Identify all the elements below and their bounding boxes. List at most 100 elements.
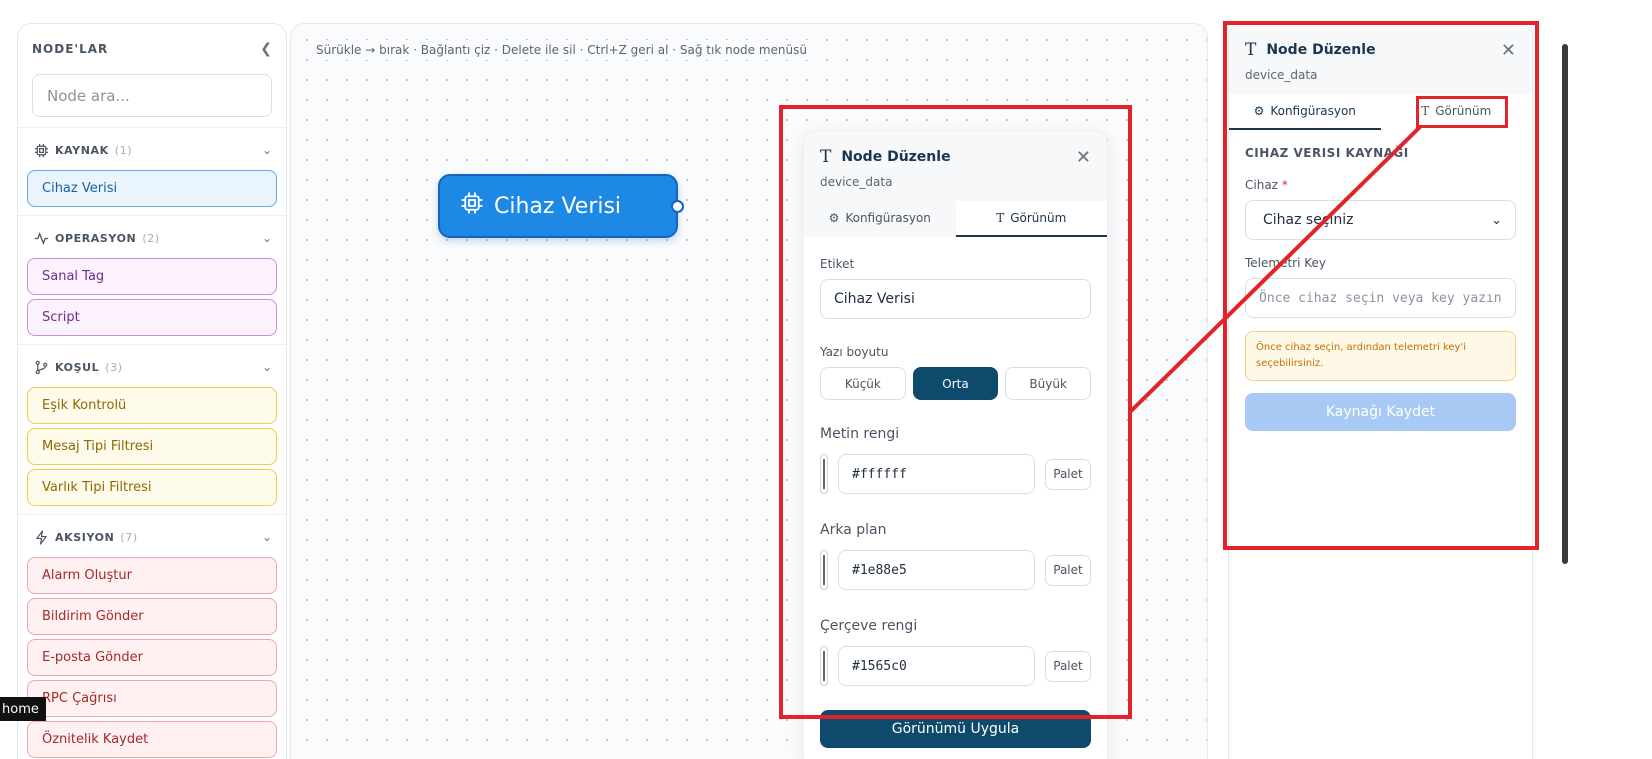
panel-body: Etiket Cihaz Verisi Yazı boyutu Küçük Or… [804, 237, 1107, 748]
palette-item-alarm-olustur[interactable]: Alarm Oluştur [27, 557, 277, 594]
tab-konfigurasyon[interactable]: ⚙ Konfigürasyon [804, 201, 956, 237]
panel-title: Node Düzenle [1266, 42, 1376, 58]
device-label: Cihaz * [1245, 178, 1288, 192]
device-select[interactable]: Cihaz seçiniz ⌄ [1245, 200, 1516, 240]
bg-color-input[interactable]: #1e88e5 [838, 550, 1035, 590]
palette-item-varlik-tipi-filtresi[interactable]: Varlık Tipi Filtresi [27, 469, 277, 506]
font-size-medium-button[interactable]: Orta [912, 367, 999, 400]
border-color-row: #1565c0 Palet [820, 646, 1091, 686]
category-name: KAYNAK [55, 143, 109, 157]
branch-icon [33, 359, 49, 375]
panel-subtitle: device_data [820, 175, 893, 189]
divider [18, 344, 286, 345]
flow-node-cihaz-verisi[interactable]: Cihaz Verisi [438, 174, 684, 238]
text-color-title: Metin rengi [820, 426, 900, 442]
canvas-hint: Sürükle → bırak · Bağlantı çiz · Delete … [310, 40, 813, 60]
activity-icon [33, 230, 49, 246]
scrollbar[interactable] [1562, 44, 1568, 564]
palette-item-oznitelik-kaydet[interactable]: Öznitelik Kaydet [27, 721, 277, 758]
category-count: (7) [120, 530, 138, 544]
warning-notice: Önce cihaz seçin, ardından telemetri key… [1245, 331, 1516, 381]
bg-color-title: Arka plan [820, 522, 887, 538]
palette-item-script[interactable]: Script [27, 299, 277, 336]
node-edit-panel-right: T Node Düzenle device_data ✕ ⚙ Konfigüra… [1228, 23, 1533, 759]
palette-item-bildirim-gonder[interactable]: Bildirim Gönder [27, 598, 277, 635]
text-type-icon: T [1245, 40, 1257, 60]
chevron-down-icon: ⌄ [261, 231, 272, 245]
tab-gorunum[interactable]: T Görünüm [1380, 94, 1532, 130]
collapse-icon[interactable]: ❮ [260, 41, 272, 57]
category-name: KOŞUL [55, 360, 100, 374]
node-edit-panel-floating: T Node Düzenle device_data ✕ ⚙ Konfigüra… [803, 130, 1108, 759]
telemetry-key-input[interactable]: Önce cihaz seçin veya key yazın [1245, 278, 1516, 318]
palette-item-rpc-cagrisi[interactable]: RPC Çağrısı [27, 680, 277, 717]
panel-subtitle: device_data [1245, 68, 1318, 82]
palette-item-cihaz-verisi[interactable]: Cihaz Verisi [27, 170, 277, 207]
tab-konfigurasyon[interactable]: ⚙ Konfigürasyon [1229, 94, 1381, 130]
chevron-down-icon: ⌄ [1491, 212, 1502, 228]
text-type-icon: T [820, 147, 832, 167]
palette-item-sanal-tag[interactable]: Sanal Tag [27, 258, 277, 295]
border-color-input[interactable]: #1565c0 [838, 646, 1035, 686]
node-search-input[interactable]: Node ara... [32, 74, 272, 117]
chip-icon [460, 191, 484, 221]
divider [18, 514, 286, 515]
apply-appearance-button[interactable]: Görünümü Uygula [820, 710, 1091, 748]
category-count: (2) [142, 231, 160, 245]
text-color-input[interactable]: #ffffff [838, 454, 1035, 494]
category-count: (3) [105, 360, 123, 374]
sidebar-header: NODE'LAR ❮ [18, 24, 286, 74]
panel-header: T Node Düzenle device_data ✕ [1229, 24, 1532, 94]
font-size-large-button[interactable]: Büyük [1005, 367, 1092, 400]
text-color-palette-button[interactable]: Palet [1045, 458, 1091, 490]
divider [18, 127, 286, 128]
section-title: CIHAZ VERISI KAYNAĞI [1245, 146, 1409, 160]
app-root: NODE'LAR ❮ Node ara... KAYNAK (1) ⌄ Ciha… [0, 0, 1652, 759]
text-type-icon: T [1421, 104, 1430, 118]
category-kaynak[interactable]: KAYNAK (1) ⌄ [18, 134, 286, 166]
home-label: home [0, 697, 46, 721]
border-color-swatch[interactable] [820, 646, 828, 686]
border-color-palette-button[interactable]: Palet [1045, 650, 1091, 682]
category-aksiyon[interactable]: AKSIYON (7) ⌄ [18, 521, 286, 553]
chevron-down-icon: ⌄ [261, 143, 272, 157]
border-color-title: Çerçeve rengi [820, 618, 918, 634]
palette-item-esik-kontrolu[interactable]: Eşik Kontrolü [27, 387, 277, 424]
bg-color-row: #1e88e5 Palet [820, 550, 1091, 590]
panel-body: CIHAZ VERISI KAYNAĞI Cihaz * Cihaz seçin… [1229, 130, 1532, 431]
panel-title: Node Düzenle [841, 149, 951, 165]
device-select-value: Cihaz seçiniz [1263, 212, 1354, 228]
bg-color-swatch[interactable] [820, 550, 828, 590]
chip-icon [33, 142, 49, 158]
divider [18, 215, 286, 216]
telemetry-label: Telemetri Key [1245, 256, 1327, 270]
font-size-title: Yazı boyutu [820, 345, 889, 359]
output-handle[interactable] [671, 200, 684, 213]
panel-tabs: ⚙ Konfigürasyon T Görünüm [804, 201, 1107, 237]
palette-item-mesaj-tipi-filtresi[interactable]: Mesaj Tipi Filtresi [27, 428, 277, 465]
chevron-down-icon: ⌄ [261, 360, 272, 374]
node-label: Cihaz Verisi [494, 193, 622, 219]
close-icon[interactable]: ✕ [1076, 147, 1091, 168]
category-name: AKSIYON [55, 530, 115, 544]
close-icon[interactable]: ✕ [1501, 40, 1516, 61]
gear-icon: ⚙ [1253, 104, 1265, 118]
font-size-small-button[interactable]: Küçük [820, 367, 906, 400]
node-palette-sidebar: NODE'LAR ❮ Node ara... KAYNAK (1) ⌄ Ciha… [17, 23, 287, 759]
category-name: OPERASYON [55, 231, 137, 245]
required-marker: * [1281, 178, 1288, 192]
bg-color-palette-button[interactable]: Palet [1045, 554, 1091, 586]
palette-item-eposta-gonder[interactable]: E-posta Gönder [27, 639, 277, 676]
category-count: (1) [114, 143, 133, 157]
category-operasyon[interactable]: OPERASYON (2) ⌄ [18, 222, 286, 254]
label-input[interactable]: Cihaz Verisi [820, 279, 1091, 319]
category-kosul[interactable]: KOŞUL (3) ⌄ [18, 351, 286, 383]
font-size-selector: Küçük Orta Büyük [820, 367, 1092, 400]
panel-header: T Node Düzenle device_data ✕ [804, 131, 1107, 201]
text-type-icon: T [996, 211, 1005, 225]
tab-gorunum[interactable]: T Görünüm [955, 201, 1107, 237]
gear-icon: ⚙ [828, 211, 840, 225]
chevron-down-icon: ⌄ [261, 530, 272, 544]
save-source-button[interactable]: Kaynağı Kaydet [1245, 393, 1516, 431]
text-color-swatch[interactable] [820, 454, 828, 494]
